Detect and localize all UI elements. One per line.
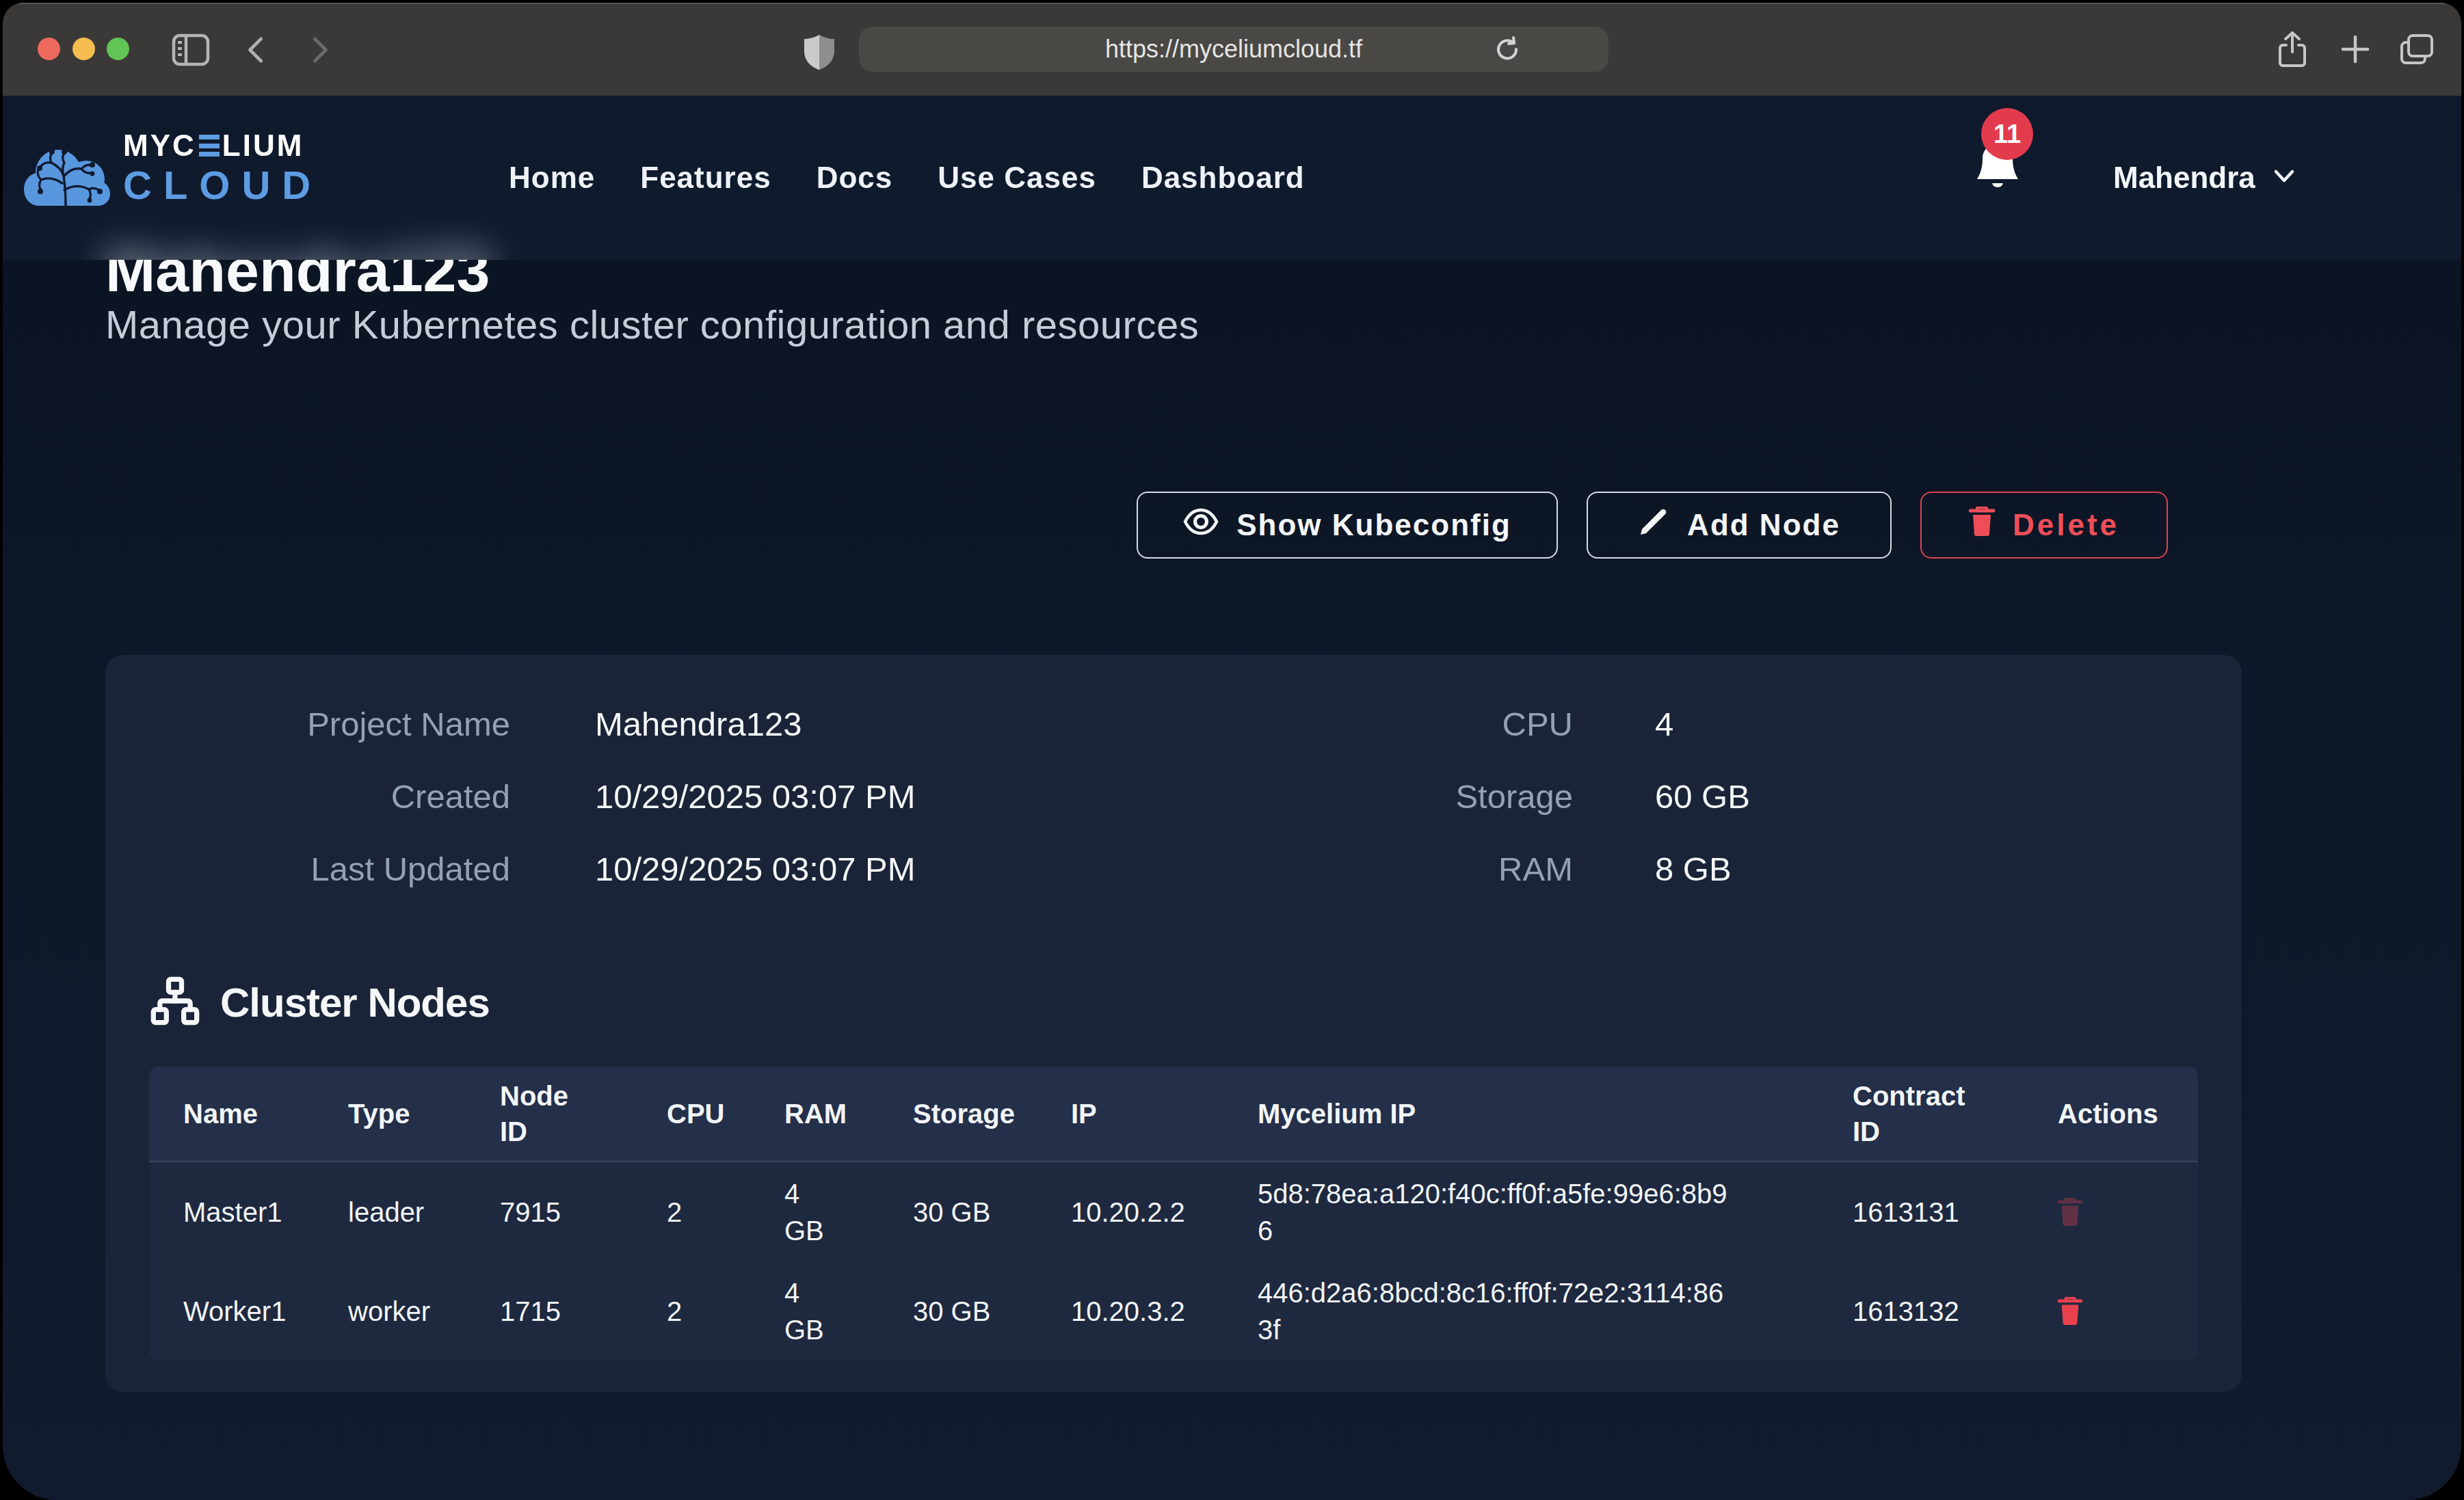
- cell-mycelium-ip: 446:d2a6:8bcd:8c16:ff0f:72e2:3114:863f: [1223, 1261, 1818, 1361]
- add-node-button[interactable]: Add Node: [1587, 492, 1892, 559]
- site-navbar: Mahendra123 MYCLIUM CLOUD: [3, 96, 2461, 260]
- browser-chrome: https://myceliumcloud.tf: [3, 3, 2461, 96]
- column-header: CPU: [633, 1067, 750, 1162]
- minimize-window-button[interactable]: [72, 38, 95, 60]
- cell-node-id: 1715: [466, 1261, 633, 1361]
- browser-window: https://myceliumcloud.tf: [3, 3, 2461, 1500]
- info-value: 4: [1655, 705, 1673, 743]
- new-tab-icon[interactable]: [2339, 33, 2372, 68]
- page-subtitle: Manage your Kubernetes cluster configura…: [105, 301, 1199, 349]
- logo-e-bars: [199, 135, 220, 157]
- cell-storage: 30 GB: [879, 1261, 1037, 1361]
- cell-node-id: 7915: [466, 1162, 633, 1261]
- page: Mahendra123 Manage your Kubernetes clust…: [3, 96, 2461, 1500]
- column-header: RAM: [750, 1067, 879, 1162]
- eye-icon: [1183, 508, 1219, 542]
- column-header: Actions: [2024, 1067, 2198, 1162]
- cell-type: worker: [314, 1261, 466, 1361]
- info-label: Last Updated: [149, 850, 510, 888]
- nav-links: Home Features Docs Use Cases Dashboard: [509, 96, 1305, 260]
- column-header: Storage: [879, 1067, 1037, 1162]
- cell-cpu: 2: [633, 1261, 750, 1361]
- column-header: IP: [1037, 1067, 1223, 1162]
- close-window-button[interactable]: [38, 38, 60, 60]
- cell-name: Worker1: [149, 1261, 314, 1361]
- info-value: 10/29/2025 03:07 PM: [595, 850, 916, 888]
- mycelium-cloud-logo-text[interactable]: MYCLIUM CLOUD: [123, 129, 322, 206]
- trash-icon: [1969, 507, 1995, 544]
- cell-ram: 4 GB: [750, 1261, 879, 1361]
- info-label: Created: [149, 777, 510, 816]
- nav-features[interactable]: Features: [640, 161, 771, 195]
- chevron-down-icon: [2270, 168, 2298, 188]
- user-name: Mahendra: [2113, 161, 2255, 195]
- delete-node-button[interactable]: [2058, 1297, 2082, 1326]
- cluster-details-card: Project Name Mahendra123 Created 10/29/2…: [105, 655, 2242, 1392]
- back-button[interactable]: [243, 36, 269, 66]
- cell-mycelium-ip: 5d8:78ea:a120:f40c:ff0f:a5fe:99e6:8b96: [1223, 1162, 1818, 1261]
- info-value: 60 GB: [1655, 777, 1750, 816]
- info-label: CPU: [1174, 705, 1573, 743]
- cell-ip: 10.20.3.2: [1037, 1261, 1223, 1361]
- reload-icon[interactable]: [1494, 36, 1521, 66]
- add-node-label: Add Node: [1687, 508, 1840, 542]
- cell-contract-id: 1613132: [1818, 1261, 2024, 1361]
- pencil-icon: [1638, 506, 1669, 544]
- cell-actions: [2024, 1162, 2198, 1261]
- sidebar-toggle-icon[interactable]: [172, 34, 210, 69]
- nav-use-cases[interactable]: Use Cases: [938, 161, 1096, 195]
- zoom-window-button[interactable]: [107, 38, 129, 60]
- column-header: Type: [314, 1067, 466, 1162]
- cell-ram: 4 GB: [750, 1162, 879, 1261]
- delete-node-button[interactable]: [2058, 1198, 2082, 1227]
- cell-name: Master1: [149, 1162, 314, 1261]
- privacy-shield-icon[interactable]: [802, 33, 837, 74]
- notification-count-badge: 11: [1981, 108, 2033, 160]
- nav-docs[interactable]: Docs: [817, 161, 893, 195]
- info-value: 8 GB: [1655, 850, 1732, 888]
- mycelium-cloud-logo-icon[interactable]: [23, 139, 111, 208]
- user-menu[interactable]: Mahendra: [2113, 96, 2298, 260]
- info-value: Mahendra123: [595, 705, 802, 743]
- show-kubeconfig-button[interactable]: Show Kubeconfig: [1137, 492, 1558, 559]
- cell-actions: [2024, 1261, 2198, 1361]
- delete-label: Delete: [2013, 508, 2119, 542]
- cell-ip: 10.20.2.2: [1037, 1162, 1223, 1261]
- info-label: Project Name: [149, 705, 510, 743]
- column-header: Mycelium IP: [1223, 1067, 1818, 1162]
- network-icon: [149, 975, 201, 1030]
- info-label: Storage: [1174, 777, 1573, 816]
- cluster-info: Project Name Mahendra123 Created 10/29/2…: [105, 655, 2242, 905]
- share-icon[interactable]: [2277, 30, 2307, 71]
- page-title-blur-ghost: Mahendra123: [105, 235, 490, 260]
- info-value: 10/29/2025 03:07 PM: [595, 777, 916, 816]
- nodes-table: Name Type Node ID CPU RAM Storage IP Myc…: [149, 1067, 2198, 1361]
- show-kubeconfig-label: Show Kubeconfig: [1236, 508, 1511, 542]
- column-header: Node ID: [466, 1067, 633, 1162]
- cluster-nodes-title: Cluster Nodes: [220, 979, 490, 1026]
- tab-overview-icon[interactable]: [2399, 33, 2435, 68]
- nav-dashboard[interactable]: Dashboard: [1141, 161, 1305, 195]
- cell-contract-id: 1613131: [1818, 1162, 2024, 1261]
- cell-cpu: 2: [633, 1162, 750, 1261]
- forward-button[interactable]: [306, 36, 332, 66]
- info-label: RAM: [1174, 850, 1573, 888]
- address-bar[interactable]: https://myceliumcloud.tf: [859, 27, 1608, 72]
- cell-storage: 30 GB: [879, 1162, 1037, 1261]
- column-header: Contract ID: [1818, 1067, 2024, 1162]
- cell-type: leader: [314, 1162, 466, 1261]
- cluster-actions: Show Kubeconfig Add Node: [1137, 492, 2168, 559]
- delete-cluster-button[interactable]: Delete: [1920, 492, 2168, 559]
- nav-home[interactable]: Home: [509, 161, 595, 195]
- column-header: Name: [149, 1067, 314, 1162]
